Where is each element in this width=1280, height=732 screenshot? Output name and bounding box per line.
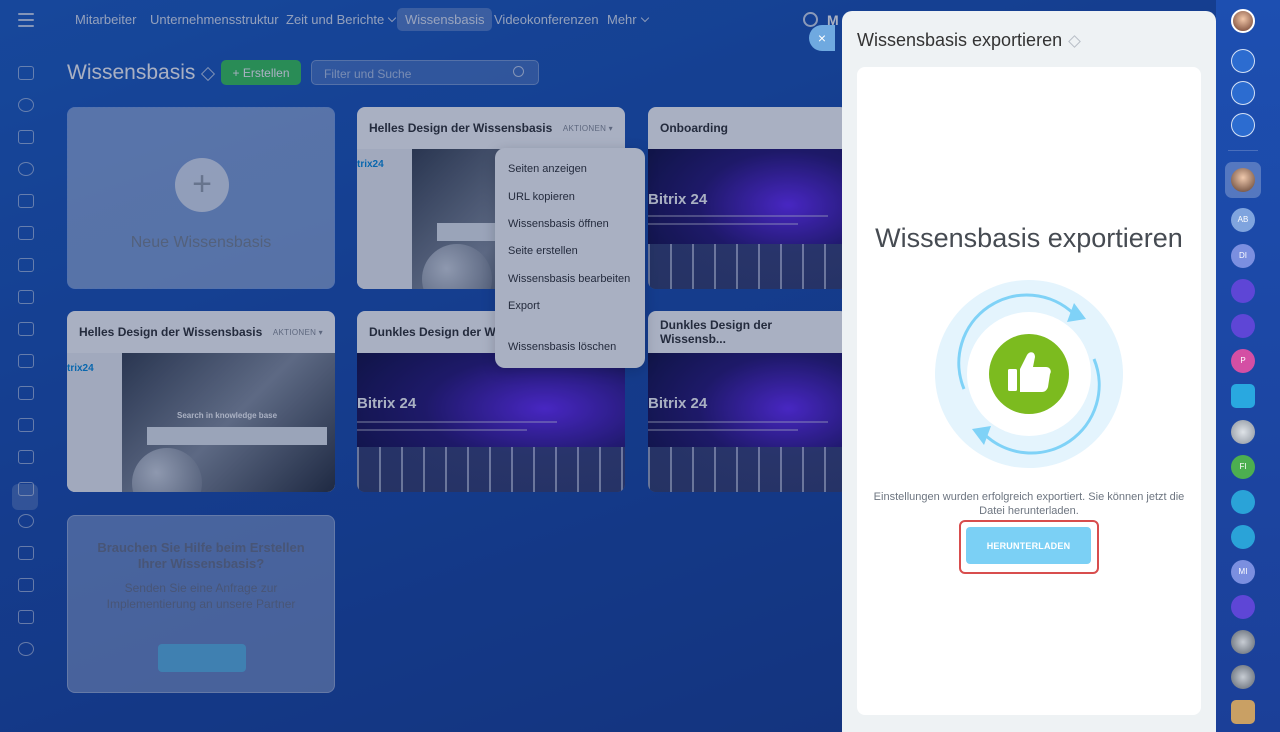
- chat-avatar[interactable]: AB: [1231, 208, 1255, 232]
- chat-group-icon[interactable]: [1231, 279, 1255, 303]
- chat-app-icon[interactable]: [1231, 384, 1255, 408]
- user-avatar[interactable]: [1231, 9, 1255, 33]
- export-heading: Wissensbasis exportieren: [875, 223, 1183, 253]
- export-success-message: Einstellungen wurden erfolgreich exporti…: [873, 491, 1185, 517]
- chat-group-icon[interactable]: [1231, 595, 1255, 619]
- search-chat-icon[interactable]: [1231, 113, 1255, 137]
- task-chat-icon[interactable]: [1231, 525, 1255, 549]
- task-chat-icon[interactable]: [1231, 490, 1255, 514]
- slider-title: Wissensbasis exportieren: [857, 30, 1081, 51]
- right-sidebar: AB DI P FI MI: [1216, 0, 1280, 732]
- export-success-graphic: [935, 280, 1123, 468]
- slider-body: Wissensbasis exportieren Einstellungen w…: [857, 67, 1201, 715]
- right-sidebar-divider: [1228, 150, 1258, 151]
- chat-avatar[interactable]: FI: [1231, 455, 1255, 479]
- chat-avatar[interactable]: [1231, 665, 1255, 689]
- close-slider-button[interactable]: ×: [809, 25, 835, 51]
- chat-avatar[interactable]: MI: [1231, 560, 1255, 584]
- chat-avatar[interactable]: [1231, 420, 1255, 444]
- bell-icon[interactable]: [1231, 49, 1255, 73]
- chat-group-icon[interactable]: [1231, 314, 1255, 338]
- chat-avatar[interactable]: DI: [1231, 244, 1255, 268]
- copilot-icon[interactable]: [1231, 81, 1255, 105]
- download-button[interactable]: HERUNTERLADEN: [966, 527, 1091, 564]
- group-chat-icon[interactable]: [1231, 700, 1255, 724]
- export-slider-panel: Wissensbasis exportieren Wissensbasis ex…: [842, 11, 1216, 732]
- slider-title-text: Wissensbasis exportieren: [857, 30, 1063, 50]
- chat-avatar[interactable]: [1231, 630, 1255, 654]
- chat-avatar[interactable]: [1231, 168, 1255, 192]
- pin-icon[interactable]: [1068, 35, 1081, 48]
- chat-avatar[interactable]: P: [1231, 349, 1255, 373]
